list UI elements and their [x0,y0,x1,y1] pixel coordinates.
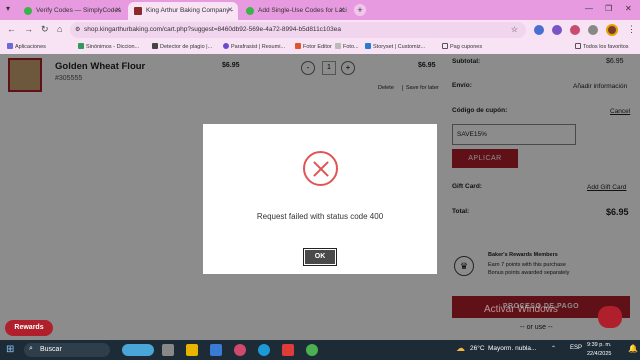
opera-icon[interactable] [282,344,294,356]
extensions-puzzle-icon[interactable] [588,25,598,35]
tab-title: Add Single-Use Codes for Laci [258,7,347,14]
search-highlight-icon[interactable] [122,344,154,356]
browser-tab-bar: Verify Codes — SimplyCodes ✕ King Arthur… [0,0,640,20]
simplycodes-icon [246,7,254,15]
close-icon[interactable]: ✕ [115,6,121,14]
url-text: shop.kingarthurbaking.com/cart.php?sugge… [84,26,342,33]
tab-add-codes[interactable]: Add Single-Use Codes for Laci ✕ [240,2,350,20]
taskbar-search[interactable]: ⌕ Buscar [24,343,110,357]
chat-widget-button[interactable] [598,306,622,328]
bookmarks-bar: Aplicaciones Sinónimos - Diccion... Dete… [0,40,640,54]
reload-icon[interactable]: ↻ [41,24,49,35]
tab-verify-codes[interactable]: Verify Codes — SimplyCodes ✕ [18,2,126,20]
app-icon[interactable] [234,344,246,356]
extension-icon[interactable] [534,25,544,35]
new-tab-button[interactable]: + [354,4,366,16]
weather-text[interactable]: Mayorm. nubla... [488,345,536,352]
site-info-icon[interactable]: ⚙ [75,26,80,33]
tab-search-icon[interactable]: ▾ [6,4,10,13]
error-icon [303,151,338,186]
menu-icon[interactable]: ⋮ [627,24,636,35]
ok-button[interactable]: OK [303,248,337,266]
tab-title: King Arthur Baking Company - [146,7,234,14]
file-explorer-icon[interactable] [186,344,198,356]
back-icon[interactable]: ← [7,24,16,34]
error-message: Request failed with status code 400 [256,212,384,221]
bookmark-folder[interactable]: Pag cupones [442,43,482,50]
windows-taskbar: ⊞ ⌕ Buscar ☁ 26°C Mayorm. nubla... ⌃ ESP… [0,340,640,360]
bookmark-item[interactable]: Storyset | Customiz... [365,43,425,50]
edge-icon[interactable] [258,344,270,356]
activate-windows-watermark: Activar Windows [484,304,558,315]
tab-title: Verify Codes — SimplyCodes [36,7,122,14]
bookmark-item[interactable]: Detector de plagio |... [152,43,212,50]
task-view-icon[interactable] [162,344,174,356]
extension-icon[interactable] [570,25,580,35]
bookmark-item[interactable]: Fotor Editor [295,43,332,50]
extension-icon[interactable] [552,25,562,35]
bookmark-item[interactable]: Foto... [335,43,359,50]
weather-icon: ☁ [456,343,465,353]
tab-king-arthur[interactable]: King Arthur Baking Company - ✕ [128,2,238,20]
clock-time[interactable]: 9:39 p. m. [587,342,611,348]
maximize-icon[interactable]: ❐ [605,4,612,13]
system-tray-icons[interactable]: ⌃ [551,345,556,352]
profile-avatar[interactable] [606,24,618,36]
bookmark-item[interactable]: Sinónimos - Diccion... [78,43,139,50]
simplycodes-icon [24,7,32,15]
address-bar-row: ← → ↻ ⌂ ⚙ shop.kingarthurbaking.com/cart… [0,20,640,40]
all-bookmarks-folder[interactable]: Todos los favoritos [575,43,629,50]
chrome-icon[interactable] [306,344,318,356]
language-indicator[interactable]: ESP [570,345,582,351]
rewards-button[interactable]: Rewards [5,320,53,336]
close-icon[interactable]: ✕ [227,6,233,14]
close-window-icon[interactable]: ✕ [625,4,632,13]
king-arthur-icon [134,7,142,15]
forward-icon[interactable]: → [24,24,33,34]
home-icon[interactable]: ⌂ [57,24,62,34]
search-icon: ⌕ [29,345,33,352]
url-input[interactable]: ⚙ shop.kingarthurbaking.com/cart.php?sug… [70,22,526,38]
bookmark-star-icon[interactable]: ☆ [511,25,518,34]
bookmark-item[interactable]: Parafrasist | Resumi... [223,43,285,50]
windows-start-icon[interactable]: ⊞ [6,344,14,355]
notification-icon[interactable]: 🔔 [628,344,638,353]
minimize-icon[interactable]: — [585,4,593,13]
clock-date[interactable]: 22/4/2025 [587,351,611,357]
bookmark-item[interactable]: Aplicaciones [7,43,46,50]
store-icon[interactable] [210,344,222,356]
weather-temp[interactable]: 26°C [470,345,485,352]
error-dialog: Request failed with status code 400 OK [203,124,437,274]
search-label: Buscar [40,346,62,353]
close-icon[interactable]: ✕ [339,6,345,14]
